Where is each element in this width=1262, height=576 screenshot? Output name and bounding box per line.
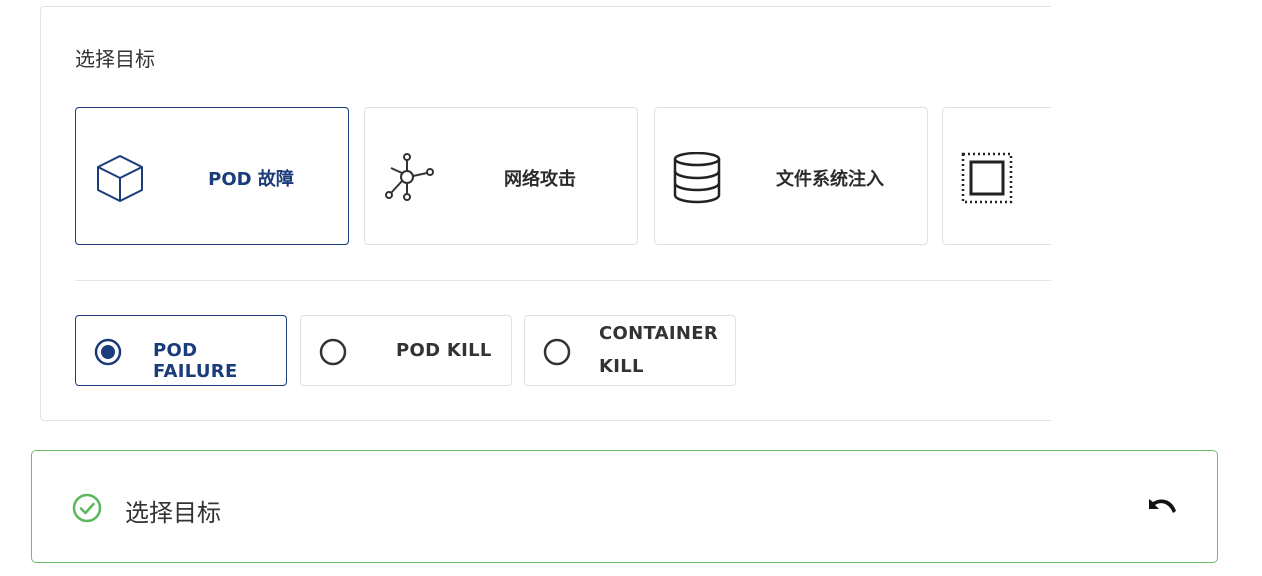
network-icon	[385, 153, 434, 201]
target-label: 文件系统注入	[776, 169, 884, 190]
check-circle-icon	[72, 493, 102, 523]
dotted-square-icon	[961, 152, 1013, 204]
divider	[75, 280, 1051, 281]
completed-step-summary: 选择目标	[31, 450, 1218, 563]
target-card-filesystem-injection[interactable]: 文件系统注入	[654, 107, 928, 245]
option-label-line1: CONTAINER	[599, 323, 719, 344]
target-label: POD 故障	[208, 169, 294, 190]
target-card-partial[interactable]	[942, 107, 1051, 245]
target-card-pod-failure[interactable]: POD 故障	[75, 107, 349, 245]
option-label-line2: KILL	[599, 356, 644, 377]
option-pod-kill[interactable]: POD KILL	[300, 315, 512, 386]
summary-text: 选择目标	[125, 499, 221, 527]
radio-selected-icon	[94, 338, 122, 366]
option-label: POD FAILURE	[153, 340, 238, 382]
panel-title: 选择目标	[75, 47, 155, 71]
option-container-kill[interactable]: CONTAINER KILL	[524, 315, 736, 386]
option-label: POD KILL	[396, 340, 492, 361]
database-icon	[673, 152, 721, 204]
cube-icon	[97, 155, 143, 202]
undo-icon[interactable]	[1143, 495, 1179, 521]
radio-empty-icon	[319, 338, 347, 366]
select-target-panel: 选择目标 POD 故障 网络攻击 文件系统注入 POD FAILURE POD …	[40, 6, 1051, 421]
radio-empty-icon	[543, 338, 571, 366]
target-label: 网络攻击	[504, 169, 576, 190]
option-pod-failure[interactable]: POD FAILURE	[75, 315, 287, 386]
target-card-network-attack[interactable]: 网络攻击	[364, 107, 638, 245]
